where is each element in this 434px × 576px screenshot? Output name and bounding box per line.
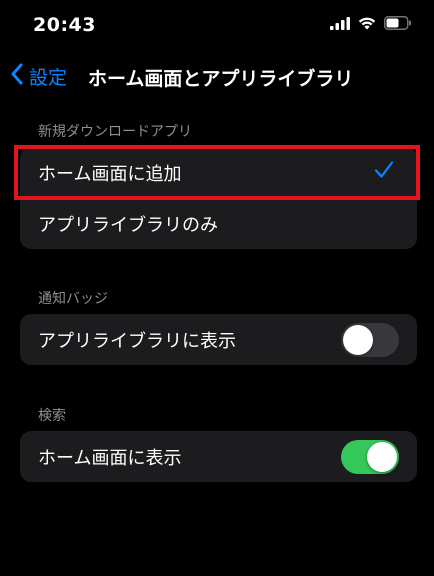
option-add-to-home-screen[interactable]: ホーム画面に追加 bbox=[20, 147, 417, 198]
back-button[interactable]: 設定 bbox=[10, 62, 67, 90]
toggle-knob bbox=[343, 324, 373, 355]
row-label: ホーム画面に表示 bbox=[38, 447, 182, 469]
chevron-left-icon bbox=[10, 63, 23, 89]
battery-icon bbox=[384, 16, 412, 30]
notification-badges-group: アプリライブラリに表示 bbox=[20, 314, 417, 365]
show-on-home-screen-toggle[interactable] bbox=[341, 439, 399, 474]
status-bar: 20:43 bbox=[0, 0, 434, 52]
section-header-notification-badges: 通知バッジ bbox=[38, 291, 108, 307]
row-label: アプリライブラリに表示 bbox=[38, 330, 236, 352]
new-downloads-group: ホーム画面に追加 アプリライブラリのみ bbox=[20, 147, 417, 249]
show-in-app-library-toggle[interactable] bbox=[341, 322, 399, 357]
option-app-library-only[interactable]: アプリライブラリのみ bbox=[20, 198, 417, 249]
status-time: 20:43 bbox=[33, 14, 96, 36]
signal-icon bbox=[330, 16, 350, 30]
page-title: ホーム画面とアプリライブラリ bbox=[88, 68, 354, 90]
toggle-knob bbox=[367, 441, 397, 472]
section-header-new-downloads: 新規ダウンロードアプリ bbox=[38, 124, 192, 140]
option-label: アプリライブラリのみ bbox=[38, 214, 218, 236]
row-show-in-app-library: アプリライブラリに表示 bbox=[20, 314, 417, 365]
option-label: ホーム画面に追加 bbox=[38, 163, 182, 185]
search-group: ホーム画面に表示 bbox=[20, 431, 417, 482]
status-icons bbox=[330, 16, 412, 30]
checkmark-icon bbox=[373, 159, 399, 186]
row-show-on-home-screen: ホーム画面に表示 bbox=[20, 431, 417, 482]
wifi-icon bbox=[358, 16, 376, 30]
back-label: 設定 bbox=[29, 66, 68, 89]
section-header-search: 検索 bbox=[38, 408, 66, 424]
nav-bar: 設定 ホーム画面とアプリライブラリ bbox=[0, 52, 434, 100]
